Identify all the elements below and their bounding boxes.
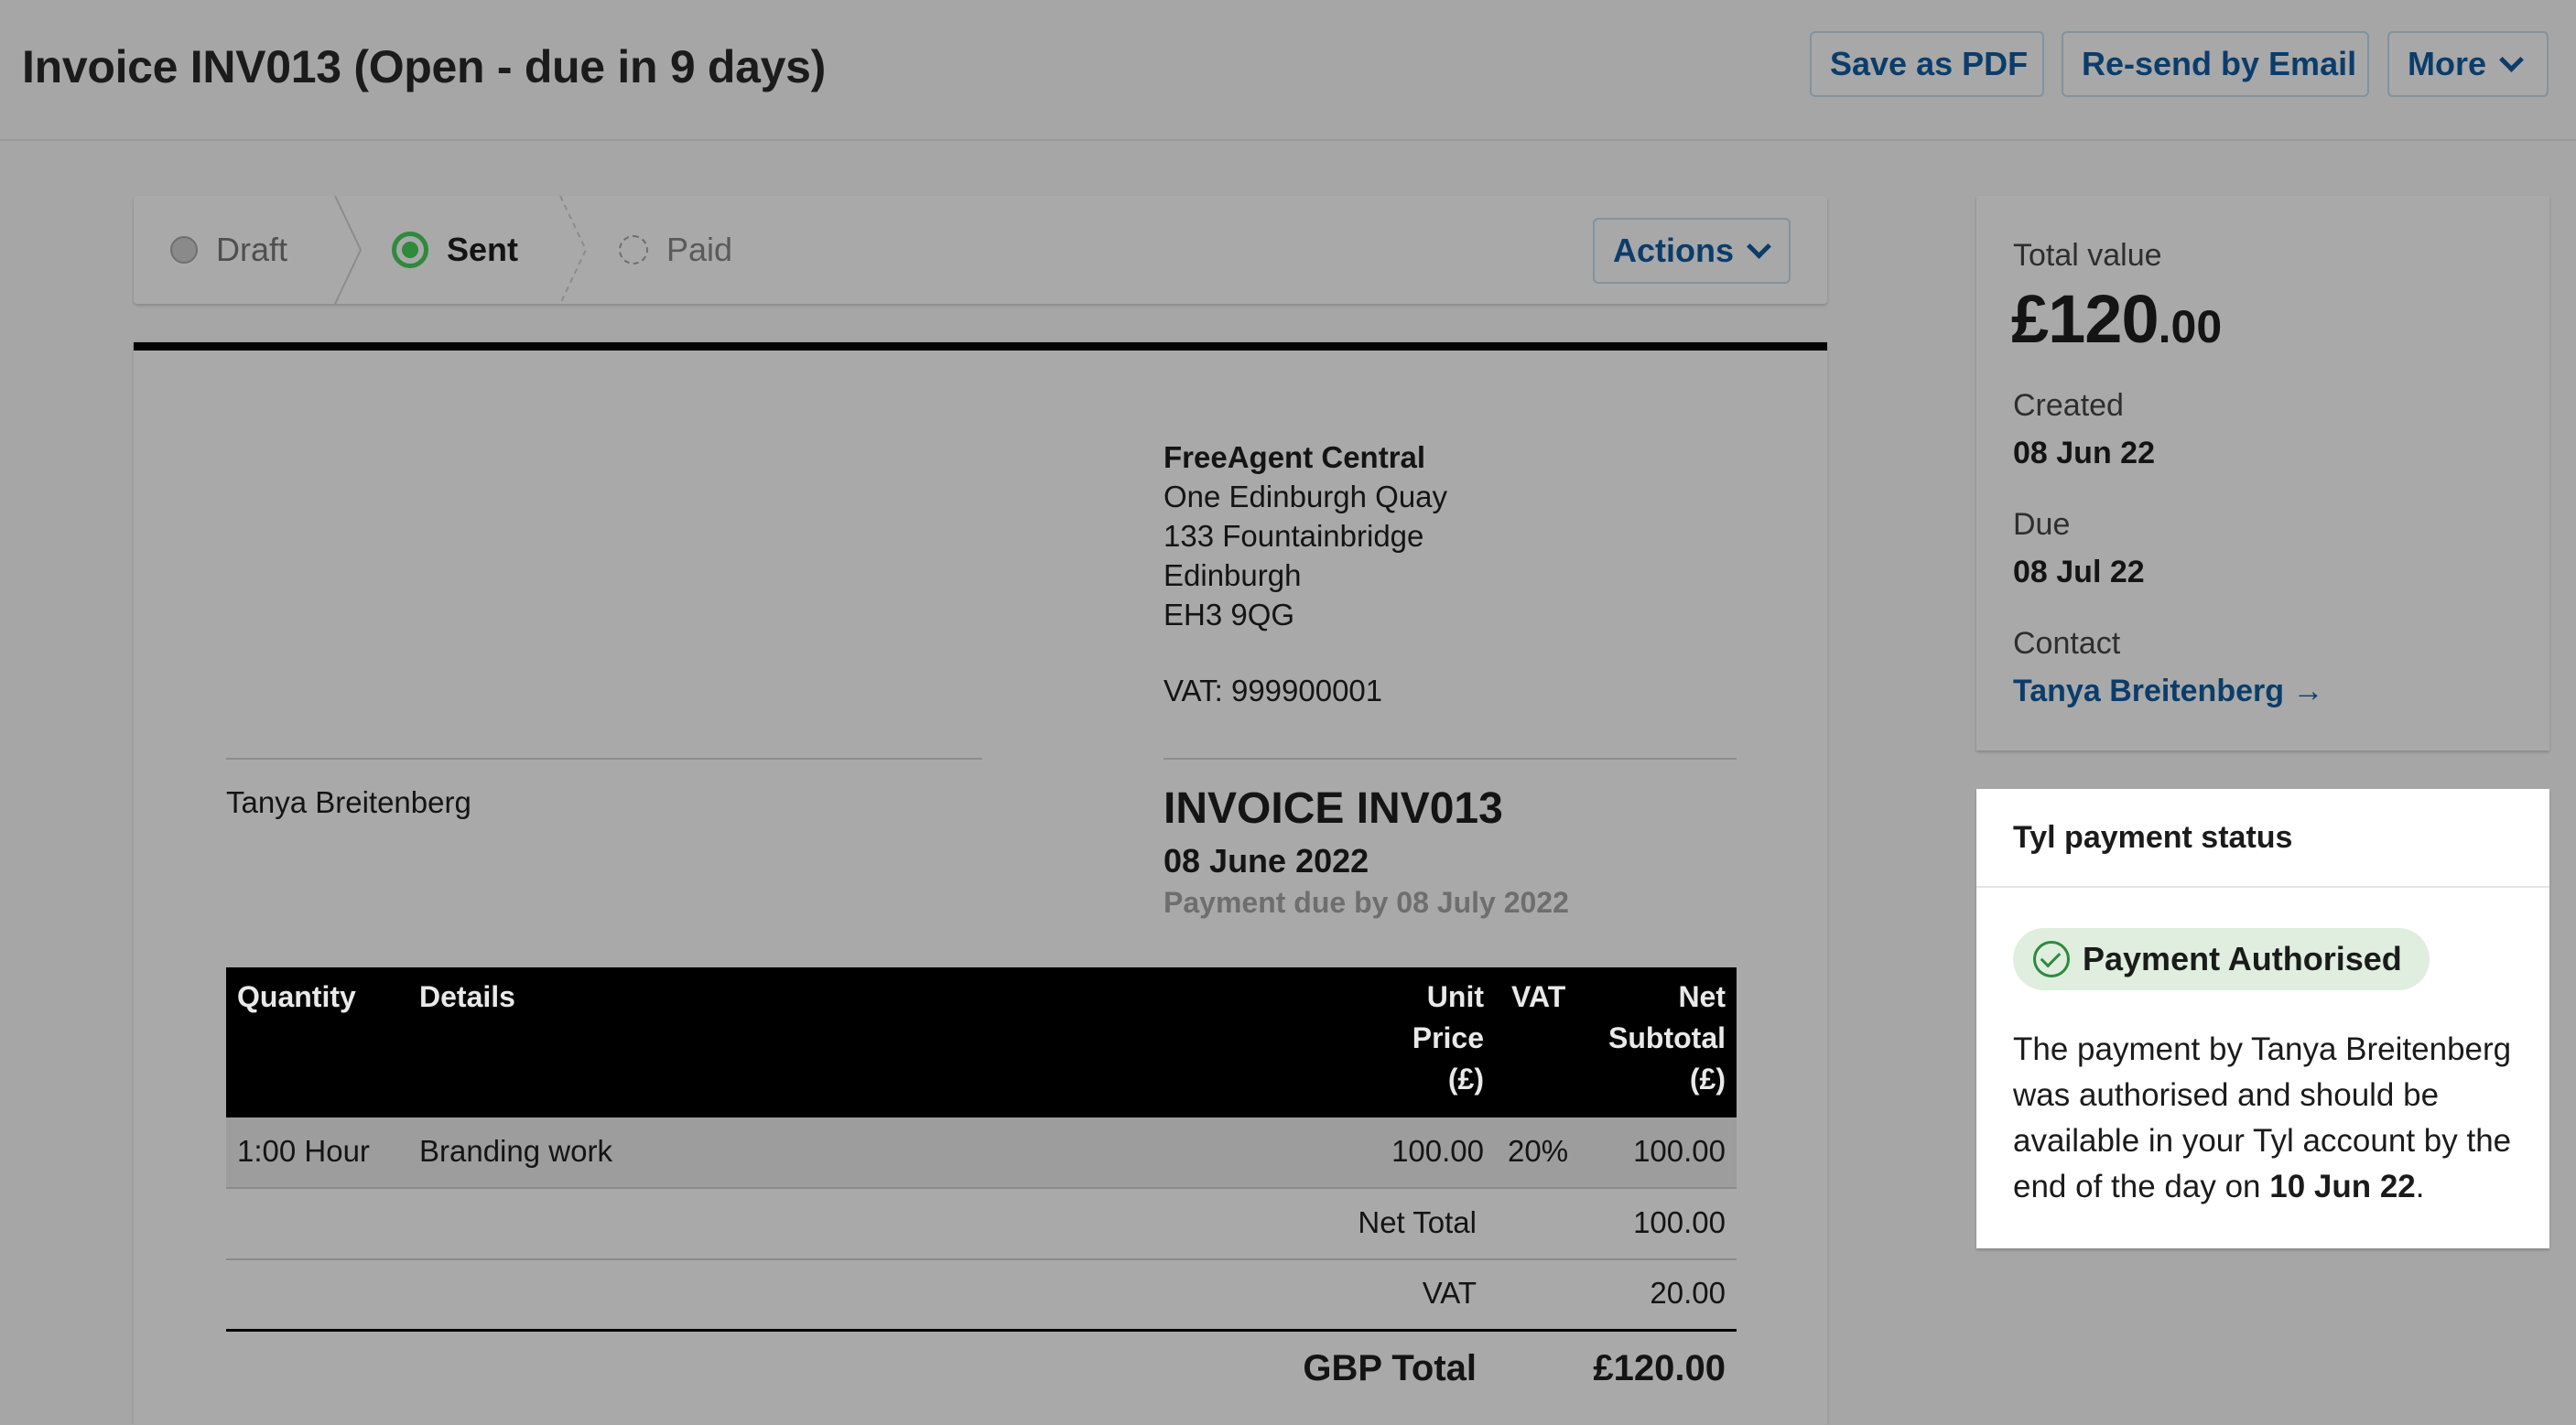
- sender-address: FreeAgent Central One Edinburgh Quay 133…: [1164, 437, 1447, 710]
- sender-address-line: 133 Fountainbridge: [1164, 519, 1424, 553]
- invoice-summary-panel: Total value £120.00 Created 08 Jun 22 Du…: [1976, 196, 2549, 750]
- invoice-status-stepper: Draft Sent Paid Actions: [134, 196, 1827, 304]
- invoice-table-header: Quantity Details Unit Price (£) VAT Net …: [226, 967, 1737, 1117]
- settlement-date: 10 Jun 22: [2269, 1169, 2416, 1204]
- total-value: £120.00: [2011, 281, 2223, 357]
- col-vat: VAT: [1511, 980, 1566, 1013]
- step-paid: Paid: [619, 196, 732, 304]
- net-total-row: Net Total 100.00: [226, 1189, 1737, 1260]
- paid-status-icon: [619, 235, 648, 264]
- tyl-panel-title: Tyl payment status: [2013, 820, 2293, 855]
- created-date: 08 Jun 22: [2013, 436, 2155, 470]
- tyl-panel-header: Tyl payment status: [1976, 789, 2549, 888]
- sender-company: FreeAgent Central: [1164, 440, 1426, 474]
- more-button[interactable]: More: [2387, 31, 2549, 97]
- actions-button[interactable]: Actions: [1593, 218, 1791, 284]
- draft-status-icon: [170, 236, 198, 264]
- invoice-date: 08 June 2022: [1164, 842, 1369, 880]
- chevron-down-icon: [2499, 47, 2524, 72]
- sender-address-line: EH3 9QG: [1164, 598, 1295, 632]
- tyl-payment-status-panel: Tyl payment status Payment Authorised Th…: [1976, 789, 2549, 1248]
- col-details: Details: [419, 980, 515, 1013]
- page-title: Invoice INV013 (Open - due in 9 days): [22, 41, 827, 92]
- col-net-subtotal: Net Subtotal (£): [1608, 980, 1726, 1096]
- vat-total-value: 20.00: [1650, 1276, 1726, 1310]
- step-divider: [559, 196, 588, 304]
- due-date: 08 Jul 22: [2013, 555, 2145, 589]
- sender-address-line: One Edinburgh Quay: [1164, 480, 1448, 513]
- net-total-label: Net Total: [1358, 1205, 1477, 1239]
- step-draft: Draft: [170, 196, 287, 304]
- divider: [226, 758, 982, 760]
- actions-label: Actions: [1613, 232, 1735, 269]
- step-paid-label: Paid: [666, 231, 733, 268]
- step-sent: Sent: [392, 196, 518, 304]
- sent-status-icon: [392, 232, 428, 268]
- contact-link[interactable]: Tanya Breitenberg →: [2013, 674, 2323, 709]
- status-badge-label: Payment Authorised: [2083, 940, 2402, 977]
- check-circle-icon: [2033, 941, 2070, 977]
- table-row: 1:00 Hour Branding work 100.00 20% 100.0…: [226, 1117, 1737, 1189]
- invoice-title: INVOICE INV013: [1164, 784, 1503, 833]
- divider: [1164, 758, 1737, 760]
- resend-by-email-button[interactable]: Re-send by Email: [2062, 31, 2369, 97]
- col-unit-price: Unit Price (£): [1412, 980, 1484, 1096]
- sender-vat-number: VAT: 999900001: [1164, 674, 1383, 707]
- created-label: Created: [2013, 388, 2124, 423]
- grand-total-row: GBP Total £120.00: [226, 1329, 1737, 1420]
- step-divider: [334, 196, 363, 304]
- contact-label: Contact: [2013, 626, 2121, 661]
- page-header: Invoice INV013 (Open - due in 9 days) Sa…: [0, 0, 2576, 141]
- vat-total-label: VAT: [1422, 1276, 1477, 1310]
- status-badge: Payment Authorised: [2013, 928, 2430, 990]
- payment-status-message: The payment by Tanya Breitenberg was aut…: [2013, 1031, 2512, 1204]
- row-details: Branding work: [419, 1134, 612, 1168]
- total-value-label: Total value: [2013, 238, 2162, 273]
- client-name: Tanya Breitenberg: [226, 785, 471, 819]
- net-total-value: 100.00: [1633, 1205, 1726, 1239]
- save-as-pdf-label: Save as PDF: [1830, 45, 2029, 82]
- step-draft-label: Draft: [216, 231, 288, 268]
- save-as-pdf-button[interactable]: Save as PDF: [1810, 31, 2044, 97]
- grand-total-label: GBP Total: [1303, 1348, 1477, 1388]
- grand-total-value: £120.00: [1593, 1348, 1726, 1388]
- row-vat: 20%: [1508, 1134, 1569, 1168]
- resend-label: Re-send by Email: [2082, 45, 2357, 82]
- row-net-subtotal: 100.00: [1633, 1134, 1726, 1168]
- step-sent-label: Sent: [447, 231, 519, 268]
- chevron-down-icon: [1747, 233, 1771, 259]
- due-label: Due: [2013, 507, 2071, 542]
- payment-due-date: Payment due by 08 July 2022: [1164, 886, 1569, 919]
- row-unit-price: 100.00: [1391, 1134, 1484, 1168]
- vat-total-row: VAT 20.00: [226, 1259, 1737, 1331]
- sender-address-line: Edinburgh: [1164, 558, 1302, 592]
- more-label: More: [2408, 45, 2487, 82]
- col-quantity: Quantity: [237, 980, 356, 1013]
- row-quantity: 1:00 Hour: [237, 1134, 370, 1168]
